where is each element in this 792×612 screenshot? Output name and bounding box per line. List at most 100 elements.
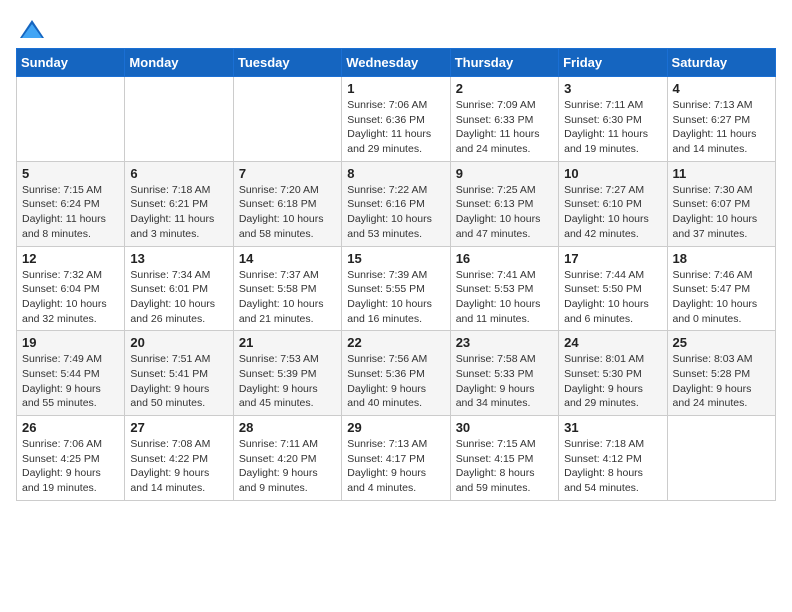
calendar-cell: 20 Sunrise: 7:51 AMSunset: 5:41 PMDayligh… [125, 331, 233, 416]
day-number: 20 [130, 335, 227, 350]
day-info: Sunrise: 7:58 AMSunset: 5:33 PMDaylight:… [456, 352, 553, 411]
calendar-cell: 28 Sunrise: 7:11 AMSunset: 4:20 PMDayligh… [233, 416, 341, 501]
day-info: Sunrise: 7:13 AMSunset: 6:27 PMDaylight:… [673, 98, 770, 157]
calendar-cell [125, 77, 233, 162]
day-number: 8 [347, 166, 444, 181]
weekday-header-tuesday: Tuesday [233, 49, 341, 77]
day-info: Sunrise: 7:15 AMSunset: 6:24 PMDaylight:… [22, 183, 119, 242]
logo-icon [18, 16, 46, 44]
calendar-cell: 19 Sunrise: 7:49 AMSunset: 5:44 PMDayligh… [17, 331, 125, 416]
calendar-cell: 25Sunrise: 8:03 AMSunset: 5:28 PMDayligh… [667, 331, 775, 416]
day-number: 14 [239, 251, 336, 266]
day-number: 7 [239, 166, 336, 181]
day-number: 15 [347, 251, 444, 266]
week-row-1: 1 Sunrise: 7:06 AMSunset: 6:36 PMDaylight… [17, 77, 776, 162]
day-info: Sunrise: 7:18 AMSunset: 4:12 PMDaylight:… [564, 437, 661, 496]
day-info: Sunrise: 7:06 AMSunset: 6:36 PMDaylight:… [347, 98, 444, 157]
day-number: 28 [239, 420, 336, 435]
calendar-cell: 12Sunrise: 7:32 AMSunset: 6:04 PMDayligh… [17, 246, 125, 331]
day-number: 19 [22, 335, 119, 350]
day-info: Sunrise: 8:01 AMSunset: 5:30 PMDaylight:… [564, 352, 661, 411]
day-info: Sunrise: 7:37 AMSunset: 5:58 PMDaylight:… [239, 268, 336, 327]
day-number: 5 [22, 166, 119, 181]
calendar-cell: 29Sunrise: 7:13 AMSunset: 4:17 PMDayligh… [342, 416, 450, 501]
calendar-cell [17, 77, 125, 162]
logo [16, 16, 46, 40]
calendar-cell: 8 Sunrise: 7:22 AMSunset: 6:16 PMDaylight… [342, 161, 450, 246]
day-info: Sunrise: 7:41 AMSunset: 5:53 PMDaylight:… [456, 268, 553, 327]
calendar-cell: 1 Sunrise: 7:06 AMSunset: 6:36 PMDaylight… [342, 77, 450, 162]
calendar-cell: 4 Sunrise: 7:13 AMSunset: 6:27 PMDaylight… [667, 77, 775, 162]
day-info: Sunrise: 7:18 AMSunset: 6:21 PMDaylight:… [130, 183, 227, 242]
day-info: Sunrise: 7:11 AMSunset: 4:20 PMDaylight:… [239, 437, 336, 496]
day-number: 2 [456, 81, 553, 96]
calendar: SundayMondayTuesdayWednesdayThursdayFrid… [16, 48, 776, 501]
day-info: Sunrise: 7:39 AMSunset: 5:55 PMDaylight:… [347, 268, 444, 327]
calendar-cell: 2 Sunrise: 7:09 AMSunset: 6:33 PMDaylight… [450, 77, 558, 162]
calendar-cell: 24 Sunrise: 8:01 AMSunset: 5:30 PMDayligh… [559, 331, 667, 416]
day-info: Sunrise: 7:22 AMSunset: 6:16 PMDaylight:… [347, 183, 444, 242]
calendar-cell: 27 Sunrise: 7:08 AMSunset: 4:22 PMDayligh… [125, 416, 233, 501]
day-number: 27 [130, 420, 227, 435]
calendar-cell: 10 Sunrise: 7:27 AMSunset: 6:10 PMDayligh… [559, 161, 667, 246]
calendar-cell: 22 Sunrise: 7:56 AMSunset: 5:36 PMDayligh… [342, 331, 450, 416]
calendar-cell: 7 Sunrise: 7:20 AMSunset: 6:18 PMDaylight… [233, 161, 341, 246]
calendar-cell: 21 Sunrise: 7:53 AMSunset: 5:39 PMDayligh… [233, 331, 341, 416]
day-number: 6 [130, 166, 227, 181]
calendar-cell: 16 Sunrise: 7:41 AMSunset: 5:53 PMDayligh… [450, 246, 558, 331]
day-info: Sunrise: 7:46 AMSunset: 5:47 PMDaylight:… [673, 268, 770, 327]
weekday-header-thursday: Thursday [450, 49, 558, 77]
calendar-cell: 13 Sunrise: 7:34 AMSunset: 6:01 PMDayligh… [125, 246, 233, 331]
calendar-cell: 11Sunrise: 7:30 AMSunset: 6:07 PMDayligh… [667, 161, 775, 246]
day-number: 1 [347, 81, 444, 96]
day-info: Sunrise: 7:20 AMSunset: 6:18 PMDaylight:… [239, 183, 336, 242]
calendar-header: SundayMondayTuesdayWednesdayThursdayFrid… [17, 49, 776, 77]
calendar-cell: 26 Sunrise: 7:06 AMSunset: 4:25 PMDayligh… [17, 416, 125, 501]
calendar-cell: 6 Sunrise: 7:18 AMSunset: 6:21 PMDaylight… [125, 161, 233, 246]
day-number: 24 [564, 335, 661, 350]
day-number: 23 [456, 335, 553, 350]
day-number: 4 [673, 81, 770, 96]
calendar-cell: 14 Sunrise: 7:37 AMSunset: 5:58 PMDayligh… [233, 246, 341, 331]
day-number: 17 [564, 251, 661, 266]
weekday-header-saturday: Saturday [667, 49, 775, 77]
calendar-cell: 30Sunrise: 7:15 AMSunset: 4:15 PMDayligh… [450, 416, 558, 501]
day-number: 13 [130, 251, 227, 266]
calendar-cell: 9Sunrise: 7:25 AMSunset: 6:13 PMDaylight… [450, 161, 558, 246]
day-info: Sunrise: 7:08 AMSunset: 4:22 PMDaylight:… [130, 437, 227, 496]
calendar-cell: 3Sunrise: 7:11 AMSunset: 6:30 PMDaylight… [559, 77, 667, 162]
page: SundayMondayTuesdayWednesdayThursdayFrid… [0, 0, 792, 517]
day-info: Sunrise: 7:09 AMSunset: 6:33 PMDaylight:… [456, 98, 553, 157]
day-info: Sunrise: 7:27 AMSunset: 6:10 PMDaylight:… [564, 183, 661, 242]
day-number: 11 [673, 166, 770, 181]
day-number: 21 [239, 335, 336, 350]
day-info: Sunrise: 7:25 AMSunset: 6:13 PMDaylight:… [456, 183, 553, 242]
calendar-cell: 18 Sunrise: 7:46 AMSunset: 5:47 PMDayligh… [667, 246, 775, 331]
day-number: 31 [564, 420, 661, 435]
header [16, 10, 776, 40]
week-row-5: 26 Sunrise: 7:06 AMSunset: 4:25 PMDayligh… [17, 416, 776, 501]
day-info: Sunrise: 7:13 AMSunset: 4:17 PMDaylight:… [347, 437, 444, 496]
day-info: Sunrise: 7:06 AMSunset: 4:25 PMDaylight:… [22, 437, 119, 496]
day-number: 18 [673, 251, 770, 266]
day-number: 16 [456, 251, 553, 266]
day-number: 25 [673, 335, 770, 350]
calendar-cell: 17 Sunrise: 7:44 AMSunset: 5:50 PMDayligh… [559, 246, 667, 331]
calendar-cell [667, 416, 775, 501]
day-info: Sunrise: 7:49 AMSunset: 5:44 PMDaylight:… [22, 352, 119, 411]
day-info: Sunrise: 7:51 AMSunset: 5:41 PMDaylight:… [130, 352, 227, 411]
day-number: 26 [22, 420, 119, 435]
day-number: 22 [347, 335, 444, 350]
day-number: 30 [456, 420, 553, 435]
day-info: Sunrise: 7:32 AMSunset: 6:04 PMDaylight:… [22, 268, 119, 327]
day-info: Sunrise: 7:34 AMSunset: 6:01 PMDaylight:… [130, 268, 227, 327]
day-number: 10 [564, 166, 661, 181]
day-number: 3 [564, 81, 661, 96]
weekday-header-friday: Friday [559, 49, 667, 77]
week-row-2: 5 Sunrise: 7:15 AMSunset: 6:24 PMDaylight… [17, 161, 776, 246]
weekday-header-row: SundayMondayTuesdayWednesdayThursdayFrid… [17, 49, 776, 77]
day-info: Sunrise: 7:56 AMSunset: 5:36 PMDaylight:… [347, 352, 444, 411]
calendar-cell: 5 Sunrise: 7:15 AMSunset: 6:24 PMDaylight… [17, 161, 125, 246]
day-info: Sunrise: 7:44 AMSunset: 5:50 PMDaylight:… [564, 268, 661, 327]
day-info: Sunrise: 7:53 AMSunset: 5:39 PMDaylight:… [239, 352, 336, 411]
